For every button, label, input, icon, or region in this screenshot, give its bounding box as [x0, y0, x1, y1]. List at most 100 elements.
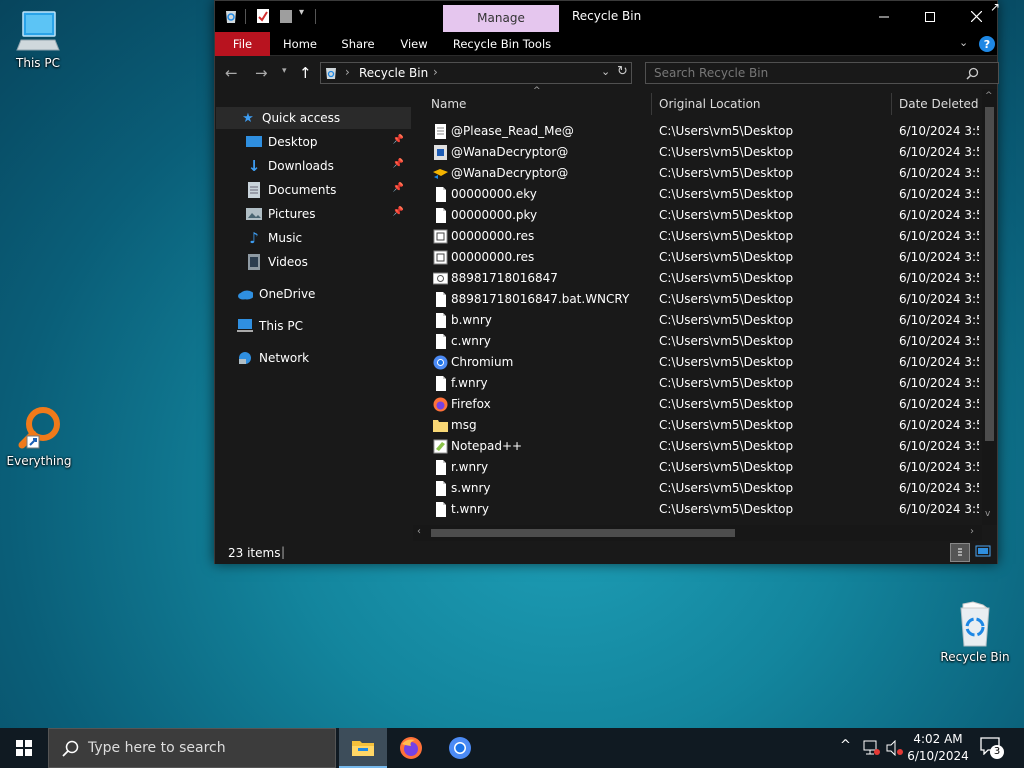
new-folder-icon[interactable]: [279, 8, 293, 24]
scroll-down-icon[interactable]: v: [985, 509, 990, 519]
nav-quick-access[interactable]: ★ Quick access: [216, 107, 411, 129]
taskbar-search[interactable]: Type here to search: [48, 728, 336, 768]
table-row[interactable]: c.wnry C:\Users\vm5\Desktop 6/10/2024 3:55…: [413, 331, 979, 352]
desktop-icon-recycle-bin[interactable]: Recycle Bin: [937, 600, 1013, 664]
scroll-right-icon[interactable]: ›: [970, 526, 974, 537]
table-row[interactable]: 00000000.eky C:\Users\vm5\Desktop 6/10/202…: [413, 184, 979, 205]
column-separator[interactable]: [891, 93, 892, 115]
minimize-button[interactable]: [861, 1, 907, 32]
chromium-icon: [433, 355, 448, 370]
table-row[interactable]: t.wnry C:\Users\vm5\Desktop 6/10/2024 3:55…: [413, 499, 979, 520]
nav-onedrive[interactable]: OneDrive: [215, 283, 410, 305]
table-row[interactable]: 00000000.pky C:\Users\vm5\Desktop 6/10/202…: [413, 205, 979, 226]
details-view-button[interactable]: [950, 543, 970, 562]
file-name: 00000000.res: [451, 229, 535, 243]
horizontal-scrollbar[interactable]: ‹ ›: [413, 525, 982, 541]
desktop-icon-everything[interactable]: Everything: [1, 404, 77, 468]
search-box[interactable]: Search Recycle Bin: [645, 62, 999, 84]
breadcrumb-separator-icon: ›: [345, 65, 350, 79]
table-row[interactable]: Chromium C:\Users\vm5\Desktop 6/10/2024 3:…: [413, 352, 979, 373]
tab-file[interactable]: File: [215, 32, 270, 56]
pin-icon[interactable]: 📌: [393, 159, 404, 169]
nav-desktop[interactable]: Desktop 📌: [215, 131, 410, 153]
table-row[interactable]: Notepad++ C:\Users\vm5\Desktop 6/10/2024 3…: [413, 436, 979, 457]
table-row[interactable]: s.wnry C:\Users\vm5\Desktop 6/10/2024 3:55…: [413, 478, 979, 499]
column-header-original-location[interactable]: Original Location: [659, 97, 761, 111]
table-row[interactable]: @Please_Read_Me@ C:\Users\vm5\Desktop 6/10…: [413, 121, 979, 142]
scroll-left-icon[interactable]: ‹: [417, 526, 421, 537]
column-header-name[interactable]: Name: [431, 97, 466, 111]
pin-icon[interactable]: 📌: [393, 207, 404, 217]
clock[interactable]: 4:02 AM 6/10/2024: [906, 731, 970, 765]
nav-network[interactable]: Network: [215, 347, 410, 369]
horizontal-scroll-thumb[interactable]: [431, 529, 735, 537]
pin-icon[interactable]: 📌: [393, 183, 404, 193]
vertical-scroll-thumb[interactable]: [985, 107, 994, 441]
column-header-date-deleted[interactable]: Date Deleted: [899, 97, 979, 111]
taskbar-search-input[interactable]: Type here to search: [88, 740, 226, 756]
file-icon: [433, 460, 448, 475]
notepadpp-icon: [433, 439, 448, 454]
address-bar[interactable]: › Recycle Bin › ⌄ ↻: [320, 62, 632, 84]
date-deleted: 6/10/2024 3:55 A: [899, 355, 979, 369]
table-row[interactable]: 88981718016847 C:\Users\vm5\Desktop 6/10/2…: [413, 268, 979, 289]
nav-videos[interactable]: Videos: [215, 251, 410, 273]
recent-locations-button[interactable]: ▾: [282, 66, 287, 76]
large-icons-view-button[interactable]: [975, 544, 993, 561]
navigation-pane[interactable]: ★ Quick access Desktop 📌 ↓ Downloads 📌 D…: [215, 89, 412, 541]
nav-this-pc[interactable]: This PC: [215, 315, 410, 337]
nav-downloads[interactable]: ↓ Downloads 📌: [215, 155, 410, 177]
table-row[interactable]: r.wnry C:\Users\vm5\Desktop 6/10/2024 3:55…: [413, 457, 979, 478]
table-row[interactable]: 00000000.res C:\Users\vm5\Desktop 6/10/202…: [413, 226, 979, 247]
vertical-scrollbar[interactable]: ^ v: [982, 89, 997, 525]
table-row[interactable]: msg C:\Users\vm5\Desktop 6/10/2024 3:55 A: [413, 415, 979, 436]
tab-home[interactable]: Home: [275, 32, 325, 56]
pin-icon[interactable]: 📌: [393, 135, 404, 145]
address-dropdown-icon[interactable]: ⌄: [601, 65, 610, 78]
column-separator[interactable]: [651, 93, 652, 115]
tab-manage[interactable]: Manage: [443, 5, 559, 32]
table-row[interactable]: 88981718016847.bat.WNCRY C:\Users\vm5\Des…: [413, 289, 979, 310]
notifications-button[interactable]: 3: [980, 737, 1004, 759]
nav-pictures[interactable]: Pictures 📌: [215, 203, 410, 225]
refresh-icon[interactable]: ↻: [617, 64, 628, 79]
title-bar[interactable]: ▾ Manage Recycle Bin: [215, 1, 997, 32]
taskbar-chromium[interactable]: [436, 728, 484, 768]
expand-ribbon-icon[interactable]: ⌄: [959, 36, 968, 49]
up-button[interactable]: ↑: [299, 64, 312, 82]
customize-qat-icon[interactable]: ▾: [299, 7, 304, 23]
back-button[interactable]: ←: [225, 64, 238, 82]
properties-icon[interactable]: [256, 8, 270, 24]
start-button[interactable]: [0, 728, 48, 768]
forward-button[interactable]: →: [255, 64, 268, 82]
maximize-button[interactable]: [907, 1, 953, 32]
breadcrumb-recycle-bin[interactable]: Recycle Bin: [359, 66, 428, 80]
table-row[interactable]: @WanaDecryptor@ C:\Users\vm5\Desktop 6/10/…: [413, 142, 979, 163]
desktop-icon-this-pc[interactable]: This PC: [0, 10, 76, 70]
date-deleted: 6/10/2024 3:55 A: [899, 145, 979, 159]
network-status-icon[interactable]: [862, 740, 880, 756]
original-location: C:\Users\vm5\Desktop: [659, 481, 794, 495]
taskbar-firefox[interactable]: [387, 728, 435, 768]
table-row[interactable]: @WanaDecryptor@ C:\Users\vm5\Desktop 6/10/…: [413, 163, 979, 184]
file-list[interactable]: ^ Name Original Location Date Deleted @P…: [413, 86, 997, 541]
date-deleted: 6/10/2024 3:55 A: [899, 460, 979, 474]
search-input[interactable]: Search Recycle Bin: [654, 66, 768, 80]
table-row[interactable]: f.wnry C:\Users\vm5\Desktop 6/10/2024 3:55…: [413, 373, 979, 394]
file-name: Firefox: [451, 397, 491, 411]
taskbar-file-explorer[interactable]: [339, 728, 387, 768]
nav-music[interactable]: ♪ Music: [215, 227, 410, 249]
nav-documents[interactable]: Documents 📌: [215, 179, 410, 201]
tab-view[interactable]: View: [389, 32, 439, 56]
table-row[interactable]: 00000000.res C:\Users\vm5\Desktop 6/10/202…: [413, 247, 979, 268]
date-deleted: 6/10/2024 3:54 A: [899, 166, 979, 180]
show-hidden-icons-button[interactable]: ^: [840, 738, 851, 753]
table-row[interactable]: b.wnry C:\Users\vm5\Desktop 6/10/2024 3:55…: [413, 310, 979, 331]
tab-share[interactable]: Share: [333, 32, 383, 56]
table-row[interactable]: Firefox C:\Users\vm5\Desktop 6/10/2024 3:5…: [413, 394, 979, 415]
volume-muted-icon[interactable]: [886, 740, 904, 756]
explorer-window[interactable]: ▾ Manage Recycle Bin File Home Share Vie…: [214, 0, 999, 564]
tab-recycle-bin-tools[interactable]: Recycle Bin Tools: [447, 32, 557, 56]
scroll-up-icon[interactable]: ^: [985, 91, 993, 101]
help-icon[interactable]: ?: [979, 36, 995, 52]
